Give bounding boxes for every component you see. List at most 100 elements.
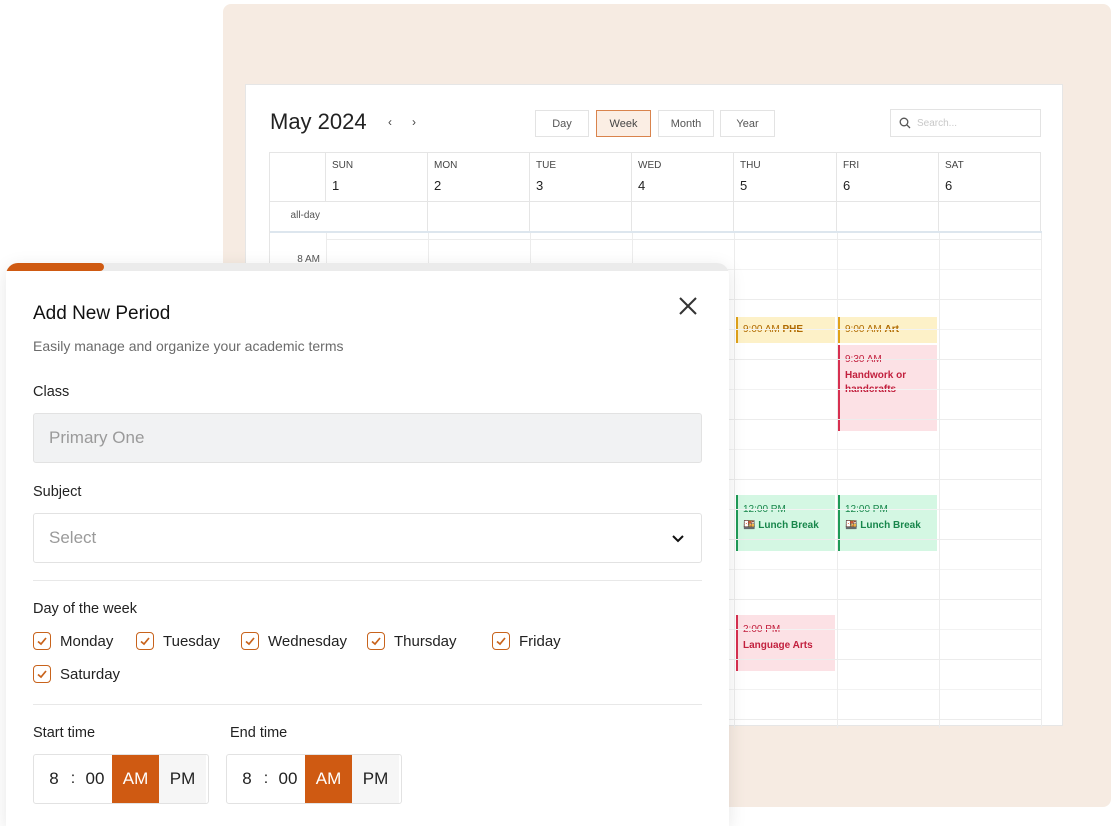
days-label: Day of the week xyxy=(33,601,137,617)
day-checkbox-label: Saturday xyxy=(60,665,121,683)
event-thu-phe[interactable]: 9:00 AM PHE xyxy=(736,317,835,343)
event-fri-lunch[interactable]: 12:00 PM 🍱 Lunch Break xyxy=(838,495,937,551)
day-checkbox-label: Thursday xyxy=(394,632,457,650)
progress-track xyxy=(6,263,729,271)
day-header-thu[interactable]: THU 5 xyxy=(734,153,837,202)
modal-subtitle: Easily manage and organize your academic… xyxy=(33,338,344,354)
search-box xyxy=(890,109,1041,137)
day-checkbox-wednesday[interactable]: Wednesday xyxy=(241,632,347,650)
day-date: 6 xyxy=(843,178,851,193)
event-time: 9:30 AM xyxy=(845,353,937,367)
day-date: 6 xyxy=(945,178,953,193)
grid-column-line xyxy=(734,233,735,728)
search-input[interactable] xyxy=(917,117,1027,129)
end-time-picker: 8 : 00 AM PM xyxy=(226,754,402,804)
day-checkbox-label: Wednesday xyxy=(268,632,347,650)
day-checkbox-tuesday[interactable]: Tuesday xyxy=(136,632,220,650)
day-date: 2 xyxy=(434,178,442,193)
checkbox[interactable] xyxy=(492,632,510,650)
allday-cell[interactable] xyxy=(428,202,530,231)
end-time-label: End time xyxy=(230,725,288,741)
search-icon xyxy=(899,117,911,129)
checkbox[interactable] xyxy=(33,665,51,683)
allday-cell[interactable] xyxy=(632,202,734,231)
day-header-mon[interactable]: MON 2 xyxy=(428,153,530,202)
divider xyxy=(33,704,702,705)
day-checkbox-monday[interactable]: Monday xyxy=(33,632,113,650)
start-minute-input[interactable]: 00 xyxy=(78,755,112,803)
end-am-toggle[interactable]: AM xyxy=(305,755,352,803)
event-thu-lunch[interactable]: 12:00 PM 🍱 Lunch Break xyxy=(736,495,835,551)
day-name: TUE xyxy=(536,160,556,171)
next-month-button[interactable]: › xyxy=(412,115,416,129)
day-header-sat[interactable]: SAT 6 xyxy=(939,153,1041,202)
class-input[interactable] xyxy=(49,428,701,448)
event-time: 12:00 PM xyxy=(743,503,835,517)
end-hour-input[interactable]: 8 xyxy=(227,755,261,803)
allday-row: all-day xyxy=(270,202,1042,233)
start-pm-toggle[interactable]: PM xyxy=(159,755,206,803)
view-day-button[interactable]: Day xyxy=(535,110,589,137)
event-fri-art[interactable]: 9:00 AM Art xyxy=(838,317,937,343)
day-date: 4 xyxy=(638,178,646,193)
start-time-label: Start time xyxy=(33,725,96,741)
day-date: 5 xyxy=(740,178,748,193)
day-name: MON xyxy=(434,160,458,171)
checkbox[interactable] xyxy=(33,632,51,650)
close-button[interactable] xyxy=(676,294,700,318)
end-time-separator: : xyxy=(263,770,269,787)
day-date: 1 xyxy=(332,178,340,193)
day-header-tue[interactable]: TUE 3 xyxy=(530,153,632,202)
view-week-button[interactable]: Week xyxy=(596,110,651,137)
start-am-toggle[interactable]: AM xyxy=(112,755,159,803)
check-icon xyxy=(37,637,47,646)
calendar-title: May 2024 xyxy=(270,109,367,134)
event-name: Handwork or handcrafts xyxy=(845,370,907,395)
checkbox[interactable] xyxy=(136,632,154,650)
prev-month-button[interactable]: ‹ xyxy=(388,115,392,129)
day-header-sun[interactable]: SUN 1 xyxy=(326,153,428,202)
day-name: FRI xyxy=(843,160,860,171)
allday-label: all-day xyxy=(290,210,320,221)
day-header-wed[interactable]: WED 4 xyxy=(632,153,734,202)
progress-fill xyxy=(6,263,104,271)
day-checkbox-label: Monday xyxy=(60,632,114,650)
view-year-button[interactable]: Year xyxy=(720,110,775,137)
day-header-fri[interactable]: FRI 6 xyxy=(837,153,939,202)
allday-cell[interactable] xyxy=(939,202,1041,231)
day-checkbox-friday[interactable]: Friday xyxy=(492,632,561,650)
event-name: Language Arts xyxy=(743,640,813,651)
class-field[interactable] xyxy=(33,413,702,463)
subject-select-value: Select xyxy=(49,528,97,547)
day-checkbox-thursday[interactable]: Thursday xyxy=(367,632,457,650)
day-name: THU xyxy=(740,160,761,171)
allday-cell[interactable] xyxy=(530,202,632,231)
event-name: 🍱 Lunch Break xyxy=(743,520,819,531)
end-pm-toggle[interactable]: PM xyxy=(352,755,399,803)
day-checkbox-saturday[interactable]: Saturday xyxy=(33,665,120,683)
allday-cell[interactable] xyxy=(326,202,428,231)
day-name: SUN xyxy=(332,160,354,171)
modal-title: Add New Period xyxy=(33,303,171,324)
end-minute-input[interactable]: 00 xyxy=(271,755,305,803)
checkbox[interactable] xyxy=(241,632,259,650)
day-name: SAT xyxy=(945,160,964,171)
check-icon xyxy=(245,637,255,646)
allday-cell[interactable] xyxy=(734,202,837,231)
grid-line xyxy=(326,239,1042,240)
checkbox[interactable] xyxy=(367,632,385,650)
check-icon xyxy=(140,637,150,646)
event-thu-language-arts[interactable]: 2:00 PM Language Arts xyxy=(736,615,835,671)
class-label: Class xyxy=(33,384,70,400)
day-checkbox-label: Friday xyxy=(519,632,561,650)
chevron-down-icon xyxy=(672,535,684,543)
check-icon xyxy=(496,637,506,646)
day-name: WED xyxy=(638,160,662,171)
start-time-separator: : xyxy=(70,770,76,787)
view-month-button[interactable]: Month xyxy=(658,110,714,137)
event-time: 2:00 PM xyxy=(743,623,835,637)
allday-cell[interactable] xyxy=(837,202,939,231)
day-date: 3 xyxy=(536,178,544,193)
start-hour-input[interactable]: 8 xyxy=(34,755,68,803)
subject-select[interactable]: Select xyxy=(33,513,702,563)
